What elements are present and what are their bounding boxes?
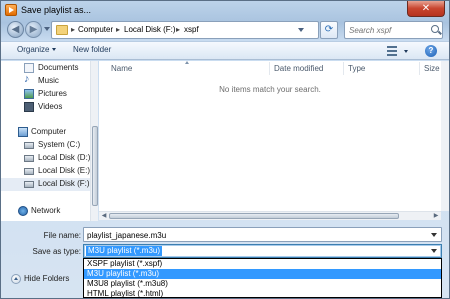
sidebar-item-label: Music: [38, 76, 59, 85]
view-options-chevron-icon[interactable]: [404, 50, 408, 53]
scrollbar-thumb[interactable]: [109, 213, 399, 219]
title-bar: Save playlist as... ✕: [1, 1, 449, 21]
breadcrumb-local-disk-f[interactable]: Local Disk (F:): [124, 25, 176, 34]
sidebar-item-local-disk-f[interactable]: Local Disk (F:): [1, 178, 90, 191]
drive-icon: [24, 181, 34, 188]
scroll-right-icon[interactable]: ▶: [432, 213, 440, 219]
drive-icon: [24, 155, 34, 162]
command-bar: Organize New folder ?: [1, 41, 449, 60]
dropdown-option-xspf[interactable]: XSPF playlist (*.xspf): [84, 259, 441, 269]
sidebar-item-label: Pictures: [38, 89, 67, 98]
breadcrumb-separator[interactable]: ▸: [71, 25, 75, 34]
change-view-icon[interactable]: [387, 46, 401, 56]
column-header-size[interactable]: Size: [424, 64, 440, 73]
scrollbar-thumb[interactable]: [92, 126, 98, 206]
sidebar-item-local-disk-d[interactable]: Local Disk (D:): [1, 152, 90, 165]
hide-folders-button[interactable]: Hide Folders: [11, 274, 69, 284]
computer-icon: [18, 127, 28, 137]
sidebar-item-videos[interactable]: Videos: [1, 101, 90, 114]
save-as-type-select[interactable]: M3U playlist (*.m3u): [83, 244, 442, 258]
sidebar-item-music[interactable]: Music: [1, 73, 90, 88]
file-list[interactable]: Name Date modified Type Size No items ma…: [99, 61, 441, 211]
column-divider[interactable]: [419, 62, 420, 75]
forward-button[interactable]: ▶: [25, 21, 42, 38]
organize-label: Organize: [17, 45, 50, 54]
documents-icon: [24, 63, 34, 73]
chevron-down-icon: [52, 48, 57, 52]
sidebar-item-label: Network: [31, 206, 61, 215]
navigation-pane-scrollbar[interactable]: [90, 61, 98, 221]
sidebar-item-pictures[interactable]: Pictures: [1, 88, 90, 101]
network-icon: [18, 206, 28, 216]
drive-icon: [24, 168, 34, 175]
file-name-label: File name:: [43, 231, 81, 240]
column-headers: Name Date modified Type Size: [99, 61, 441, 77]
breadcrumb-separator[interactable]: ▸: [116, 25, 120, 34]
refresh-button[interactable]: ⟳: [320, 21, 338, 39]
videos-icon: [24, 102, 34, 112]
column-header-type[interactable]: Type: [348, 64, 365, 73]
file-name-combobox[interactable]: [83, 227, 442, 242]
file-list-vertical-scrollbar[interactable]: [441, 61, 449, 211]
sidebar-item-documents[interactable]: Documents: [1, 62, 90, 75]
sidebar-item-label: System (C:): [38, 140, 81, 149]
sidebar-item-system-c[interactable]: System (C:): [1, 139, 90, 152]
search-box[interactable]: [344, 21, 443, 39]
sidebar-item-network[interactable]: Network: [1, 205, 90, 218]
save-as-type-value: M3U playlist (*.m3u): [86, 246, 163, 256]
column-header-name[interactable]: Name: [111, 64, 132, 73]
pictures-icon: [24, 89, 34, 99]
breadcrumb-separator[interactable]: ▸: [176, 25, 180, 34]
sidebar-item-label: Local Disk (E:): [38, 166, 91, 175]
search-input[interactable]: [349, 24, 429, 37]
music-icon: [24, 73, 34, 86]
dropdown-option-html[interactable]: HTML playlist (*.html): [84, 289, 441, 299]
close-button[interactable]: ✕: [407, 1, 445, 17]
search-icon[interactable]: [431, 25, 439, 33]
navigation-pane: Documents Music Pictures Videos Computer…: [1, 61, 98, 221]
dropdown-option-m3u8[interactable]: M3U8 playlist (*.m3u8): [84, 279, 441, 289]
column-header-date-modified[interactable]: Date modified: [274, 64, 323, 73]
back-button[interactable]: ◀: [7, 21, 24, 38]
chevron-down-icon[interactable]: [431, 249, 437, 253]
file-name-field[interactable]: [87, 230, 417, 241]
save-dialog: Save playlist as... ✕ ◀ ▶ ▸ Computer ▸ L…: [0, 0, 450, 299]
empty-message: No items match your search.: [219, 85, 321, 94]
column-divider[interactable]: [343, 62, 344, 75]
sidebar-item-local-disk-e[interactable]: Local Disk (E:): [1, 165, 90, 178]
sidebar-item-label: Local Disk (D:): [38, 153, 91, 162]
breadcrumb-xspf[interactable]: xspf: [184, 25, 199, 34]
drive-icon: [24, 142, 34, 149]
save-as-type-label: Save as type:: [32, 247, 81, 256]
window-title: Save playlist as...: [21, 5, 92, 15]
chevron-down-icon[interactable]: [431, 233, 437, 237]
address-bar[interactable]: ▸ Computer ▸ Local Disk (F:) ▸ xspf: [51, 21, 319, 39]
sort-indicator-icon: [185, 61, 189, 64]
sidebar-item-label: Documents: [38, 63, 79, 72]
recent-locations-chevron-icon[interactable]: [44, 27, 50, 31]
sidebar-item-label: Videos: [38, 102, 63, 111]
help-button[interactable]: ?: [425, 45, 437, 57]
address-dropdown-icon[interactable]: [298, 28, 304, 32]
sidebar-item-label: Computer: [31, 127, 67, 136]
file-list-horizontal-scrollbar[interactable]: ◀ ▶: [99, 211, 441, 220]
folder-icon: [56, 25, 68, 35]
hide-folders-label: Hide Folders: [24, 274, 70, 284]
dropdown-option-m3u[interactable]: M3U playlist (*.m3u): [84, 269, 441, 279]
scroll-left-icon[interactable]: ◀: [100, 213, 108, 219]
breadcrumb-computer[interactable]: Computer: [78, 25, 113, 34]
vlc-app-icon: [5, 4, 17, 16]
column-divider[interactable]: [269, 62, 270, 75]
sidebar-item-label: Local Disk (F:): [38, 179, 90, 188]
save-as-type-dropdown-list: XSPF playlist (*.xspf) M3U playlist (*.m…: [83, 258, 442, 298]
new-folder-button[interactable]: New folder: [73, 45, 111, 54]
organize-button[interactable]: Organize: [17, 45, 57, 54]
navigation-bar: ◀ ▶ ▸ Computer ▸ Local Disk (F:) ▸ xspf …: [1, 19, 449, 41]
sidebar-item-computer[interactable]: Computer: [1, 126, 90, 139]
chevron-up-icon: [11, 274, 21, 284]
